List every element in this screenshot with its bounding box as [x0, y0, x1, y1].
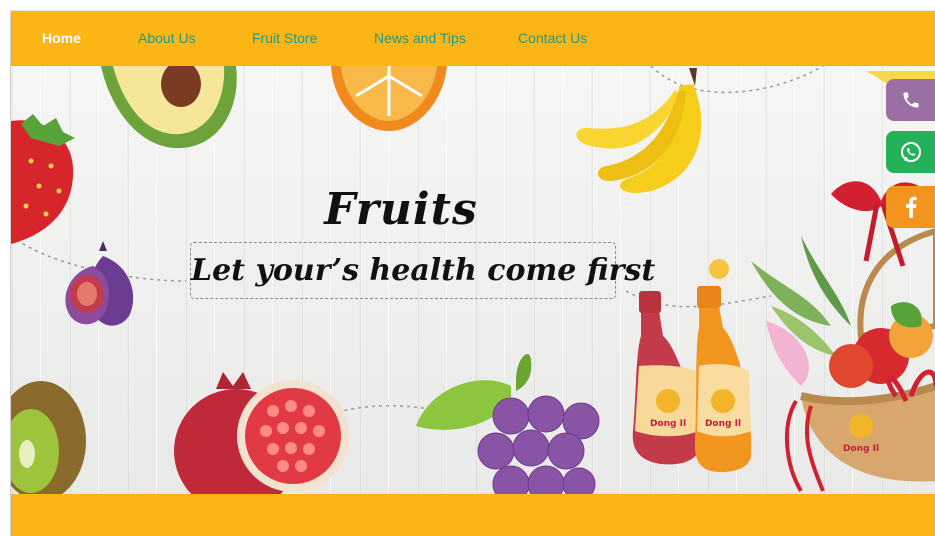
- avocado-illustration: [101, 66, 237, 149]
- facebook-button[interactable]: [886, 186, 935, 228]
- nav-link-fruit-store[interactable]: Fruit Store: [252, 30, 317, 46]
- decor-string: [650, 66, 824, 94]
- whatsapp-button[interactable]: [886, 131, 935, 173]
- juice-bottles-illustration: Dong Il Dong Il: [632, 259, 752, 473]
- hero-title: Fruits: [324, 184, 478, 235]
- whatsapp-icon: [901, 142, 921, 162]
- nav-link-contact-us[interactable]: Contact Us: [518, 30, 587, 46]
- facebook-icon: [905, 196, 917, 218]
- orange-slice-illustration: [331, 66, 447, 131]
- top-navigation-bar: Home About Us Fruit Store News and Tips …: [11, 11, 935, 66]
- banana-bunch-illustration: [576, 68, 702, 193]
- phone-icon: [903, 92, 919, 108]
- nav-link-home[interactable]: Home: [42, 30, 81, 46]
- basket-brand-label: Dong Il: [843, 444, 879, 454]
- footer-bar: [11, 494, 935, 536]
- page-frame: Home About Us Fruit Store News and Tips …: [10, 10, 935, 536]
- hero-banner: Dong Il Dong Il Dong Il Fruits Let your’…: [11, 66, 935, 494]
- tagline-box: Let your’s health come first: [190, 242, 656, 299]
- nav-link-news-and-tips[interactable]: News and Tips: [374, 30, 466, 46]
- fig-illustration: [65, 241, 134, 326]
- bottle-brand-label: Dong Il: [705, 419, 741, 429]
- bottle-brand-label: Dong Il: [650, 419, 686, 429]
- grapes-illustration: [416, 353, 600, 494]
- pomegranate-illustration: [174, 372, 349, 494]
- kiwi-illustration: [11, 381, 86, 494]
- nav-link-about-us[interactable]: About Us: [138, 30, 196, 46]
- phone-button[interactable]: [886, 79, 935, 121]
- hero-tagline: Let your’s health come first: [191, 253, 656, 288]
